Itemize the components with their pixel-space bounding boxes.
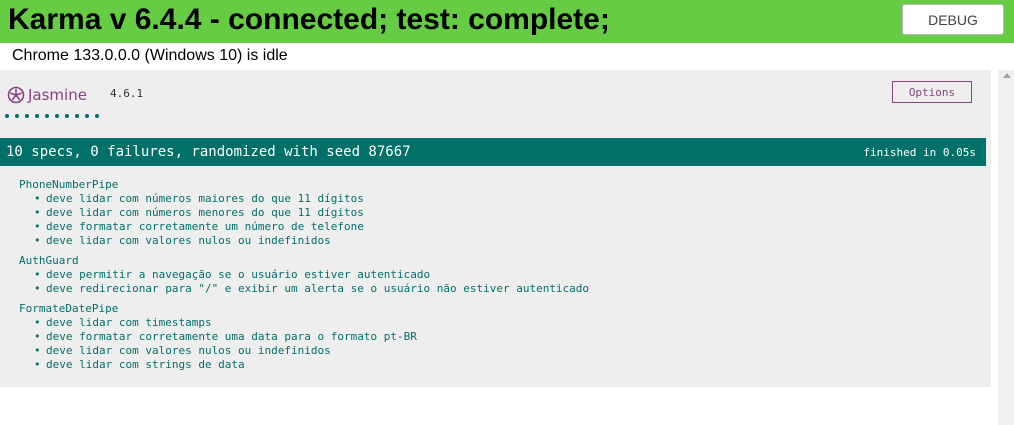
spec-item: • deve lidar com números menores do que 1… xyxy=(0,206,986,220)
spec-status-dots xyxy=(5,111,99,121)
spec-pass-dot[interactable] xyxy=(5,114,9,118)
spec-item: • deve permitir a navegação se o usuário … xyxy=(0,268,986,282)
spec-item: • deve formatar corretamente uma data par… xyxy=(0,330,986,344)
spec-item: • deve redirecionar para "/" e exibir um … xyxy=(0,282,986,296)
bullet-icon: • xyxy=(34,316,41,329)
scroll-up-arrow-icon[interactable] xyxy=(1003,73,1011,78)
spec-pass-dot[interactable] xyxy=(85,114,89,118)
duration-text: finished in 0.05s xyxy=(863,146,976,159)
spec-item: • deve lidar com números maiores do que 1… xyxy=(0,192,986,206)
jasmine-version: 4.6.1 xyxy=(110,87,144,100)
jasmine-flower-icon xyxy=(7,86,25,104)
spec-pass-dot[interactable] xyxy=(95,114,99,118)
karma-title: Karma v 6.4.4 - connected; test: complet… xyxy=(8,3,610,36)
suite-name-link[interactable]: FormateDatePipe xyxy=(0,302,986,316)
spec-name-link[interactable]: deve lidar com valores nulos ou indefini… xyxy=(34,234,331,247)
summary-bar: 10 specs, 0 failures, randomized with se… xyxy=(0,138,986,166)
options-button[interactable]: Options xyxy=(892,81,972,103)
bullet-icon: • xyxy=(34,358,41,371)
spec-pass-dot[interactable] xyxy=(25,114,29,118)
spec-pass-dot[interactable] xyxy=(15,114,19,118)
summary-text: 10 specs, 0 failures, randomized with se… xyxy=(6,144,411,160)
jasmine-logo-text: Jasmine xyxy=(28,86,87,104)
spec-name-link[interactable]: deve formatar corretamente uma data para… xyxy=(34,330,417,343)
jasmine-reporter: Jasmine 4.6.1 Options 10 specs, 0 failur… xyxy=(0,70,991,387)
spec-name-link[interactable]: deve lidar com strings de data xyxy=(34,358,245,371)
karma-banner: Karma v 6.4.4 - connected; test: complet… xyxy=(0,0,1014,43)
spec-name-link[interactable]: deve permitir a navegação se o usuário e… xyxy=(34,268,430,281)
bullet-icon: • xyxy=(34,330,41,343)
spec-pass-dot[interactable] xyxy=(65,114,69,118)
suite-name-link[interactable]: PhoneNumberPipe xyxy=(0,178,986,192)
spec-name-link[interactable]: deve formatar corretamente um número de … xyxy=(34,220,364,233)
debug-button[interactable]: DEBUG xyxy=(902,4,1004,35)
spec-name-link[interactable]: deve lidar com números menores do que 11… xyxy=(34,206,364,219)
spec-item: • deve formatar corretamente um número de… xyxy=(0,220,986,234)
spec-pass-dot[interactable] xyxy=(75,114,79,118)
spec-pass-dot[interactable] xyxy=(45,114,49,118)
spec-pass-dot[interactable] xyxy=(55,114,59,118)
bullet-icon: • xyxy=(34,344,41,357)
bullet-icon: • xyxy=(34,282,41,295)
spec-item: • deve lidar com timestamps xyxy=(0,316,986,330)
spec-item: • deve lidar com valores nulos ou indefin… xyxy=(0,344,986,358)
spec-name-link[interactable]: deve redirecionar para "/" e exibir um a… xyxy=(34,282,589,295)
vertical-scrollbar[interactable] xyxy=(998,70,1014,425)
bullet-icon: • xyxy=(34,220,41,233)
bullet-icon: • xyxy=(34,192,41,205)
jasmine-banner: Jasmine xyxy=(7,84,87,106)
browser-status: Chrome 133.0.0.0 (Windows 10) is idle xyxy=(12,47,288,64)
spec-item: • deve lidar com strings de data xyxy=(0,358,986,372)
suite: PhoneNumberPipe • deve lidar com números m… xyxy=(0,178,986,248)
spec-name-link[interactable]: deve lidar com valores nulos ou indefini… xyxy=(34,344,331,357)
suite-name-link[interactable]: AuthGuard xyxy=(0,254,986,268)
bullet-icon: • xyxy=(34,268,41,281)
suite: AuthGuard • deve permitir a navegação se o… xyxy=(0,254,986,296)
bullet-icon: • xyxy=(34,206,41,219)
suite: FormateDatePipe • deve lidar com timestamp… xyxy=(0,302,986,372)
bullet-icon: • xyxy=(34,234,41,247)
spec-pass-dot[interactable] xyxy=(35,114,39,118)
results-list: PhoneNumberPipe • deve lidar com números m… xyxy=(0,178,986,378)
spec-name-link[interactable]: deve lidar com timestamps xyxy=(34,316,212,329)
spec-item: • deve lidar com valores nulos ou indefin… xyxy=(0,234,986,248)
spec-name-link[interactable]: deve lidar com números maiores do que 11… xyxy=(34,192,364,205)
